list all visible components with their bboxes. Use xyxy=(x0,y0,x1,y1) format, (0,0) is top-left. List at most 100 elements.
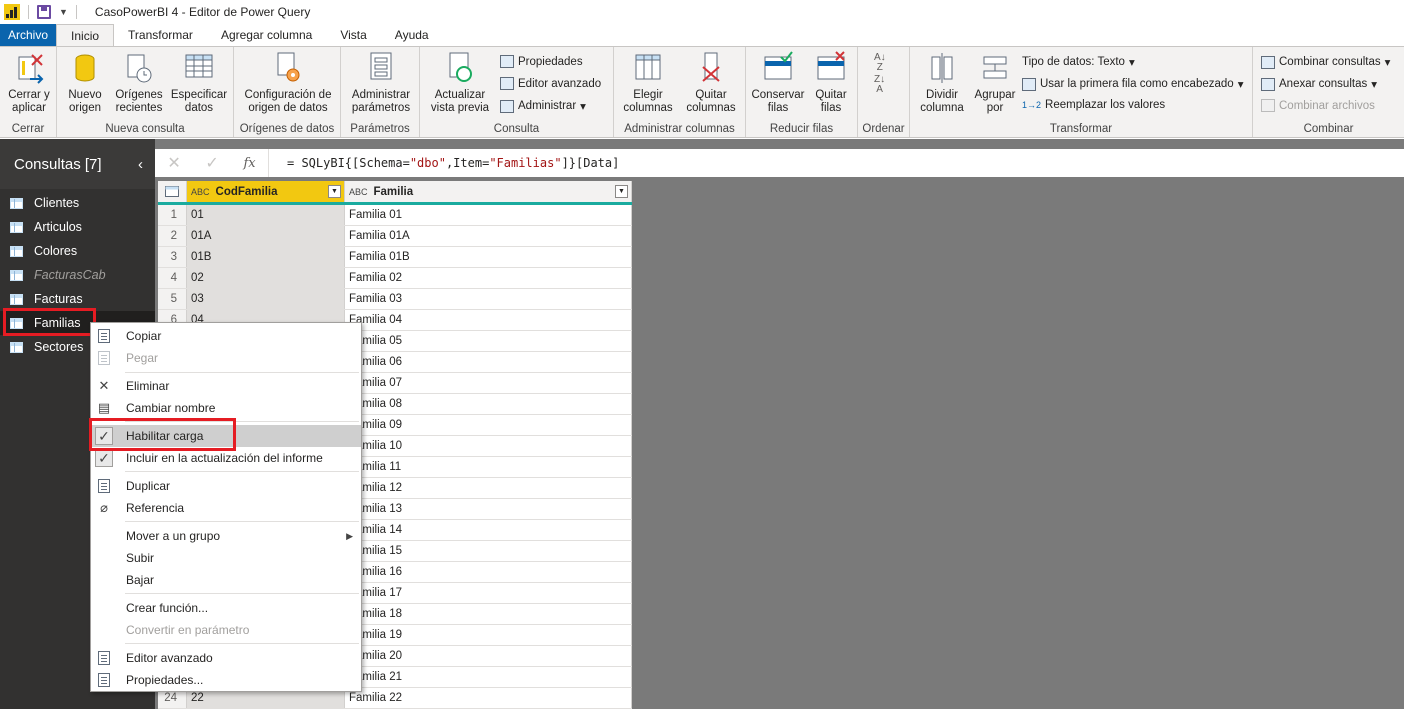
collapse-chevron-icon[interactable]: ‹ xyxy=(138,156,143,173)
cell-codfamilia[interactable]: 01A xyxy=(187,226,345,246)
split-column-button[interactable]: Dividir columna xyxy=(914,51,970,115)
advanced-editor-icon xyxy=(500,77,514,90)
cell-familia[interactable]: Familia 09 xyxy=(345,415,632,435)
cell-familia[interactable]: Familia 01B xyxy=(345,247,632,267)
cell-familia[interactable]: Familia 22 xyxy=(345,688,632,708)
table-row[interactable]: 5 03 Familia 03 xyxy=(158,289,632,310)
fx-icon[interactable]: fx xyxy=(243,156,255,171)
cell-familia[interactable]: Familia 04 xyxy=(345,310,632,330)
quick-access-dropdown-icon[interactable]: ▼ xyxy=(59,7,68,17)
menu-item-referencia[interactable]: ⌀ Referencia xyxy=(91,497,361,519)
cell-familia[interactable]: Familia 03 xyxy=(345,289,632,309)
cell-familia[interactable]: Familia 21 xyxy=(345,667,632,687)
divider xyxy=(28,5,29,19)
menu-item-crear-funcion[interactable]: Crear función... xyxy=(91,597,361,619)
tab-ayuda[interactable]: Ayuda xyxy=(381,24,443,46)
combine-files-button[interactable]: Combinar archivos xyxy=(1261,99,1375,112)
group-ordenar: A↓ Z Z↓ A Ordenar xyxy=(858,47,910,137)
cell-familia[interactable]: Familia 19 xyxy=(345,625,632,645)
table-row[interactable]: 3 01B Familia 01B xyxy=(158,247,632,268)
column-header-codfamilia[interactable]: ABC CodFamilia ▼ xyxy=(187,181,345,202)
cell-familia[interactable]: Familia 08 xyxy=(345,394,632,414)
menu-item-cambiar-nombre[interactable]: ▤ Cambiar nombre xyxy=(91,397,361,419)
data-type-dropdown[interactable]: Tipo de datos: Texto ▾ xyxy=(1022,55,1135,69)
menu-item-editor-avanzado[interactable]: Editor avanzado xyxy=(91,647,361,669)
cell-familia[interactable]: Familia 01 xyxy=(345,205,632,225)
cell-familia[interactable]: Familia 01A xyxy=(345,226,632,246)
cell-familia[interactable]: Familia 14 xyxy=(345,520,632,540)
tab-agregar-columna[interactable]: Agregar columna xyxy=(207,24,326,46)
cell-codfamilia[interactable]: 01 xyxy=(187,205,345,225)
tab-vista[interactable]: Vista xyxy=(326,24,380,46)
remove-columns-button[interactable]: Quitar columnas xyxy=(680,51,742,115)
cell-codfamilia[interactable]: 03 xyxy=(187,289,345,309)
query-item-articulos[interactable]: Articulos xyxy=(0,215,155,239)
manage-button[interactable]: Administrar ▾ xyxy=(500,99,586,113)
cell-familia[interactable]: Familia 10 xyxy=(345,436,632,456)
sort-descending-button[interactable]: Z↓ A xyxy=(874,75,885,95)
advanced-editor-button[interactable]: Editor avanzado xyxy=(500,77,601,90)
menu-item-bajar[interactable]: Bajar xyxy=(91,569,361,591)
table-row[interactable]: 2 01A Familia 01A xyxy=(158,226,632,247)
menu-label: Copiar xyxy=(126,329,162,343)
menu-item-pegar[interactable]: Pegar xyxy=(91,347,361,369)
query-item-clientes[interactable]: Clientes xyxy=(0,191,155,215)
save-icon[interactable] xyxy=(37,5,51,19)
cell-familia[interactable]: Familia 11 xyxy=(345,457,632,477)
cell-familia[interactable]: Familia 06 xyxy=(345,352,632,372)
cell-familia[interactable]: Familia 13 xyxy=(345,499,632,519)
close-apply-button[interactable]: Cerrar y aplicar xyxy=(4,51,54,115)
cell-codfamilia[interactable]: 02 xyxy=(187,268,345,288)
menu-item-subir[interactable]: Subir xyxy=(91,547,361,569)
menu-item-propiedades[interactable]: Propiedades... xyxy=(91,669,361,691)
table-menu-icon[interactable] xyxy=(158,181,187,202)
menu-item-duplicar[interactable]: Duplicar xyxy=(91,475,361,497)
merge-queries-button[interactable]: Combinar consultas ▾ xyxy=(1261,55,1390,69)
cancel-icon[interactable]: ✕ xyxy=(167,153,180,173)
properties-button[interactable]: Propiedades xyxy=(500,55,583,68)
formula-input[interactable]: = SQLyBI{[Schema="dbo",Item="Familias"]}… xyxy=(287,156,619,170)
cell-familia[interactable]: Familia 16 xyxy=(345,562,632,582)
query-item-facturascab[interactable]: FacturasCab xyxy=(0,263,155,287)
replace-values-button[interactable]: 1→2 Reemplazar los valores xyxy=(1022,99,1165,111)
refresh-preview-button[interactable]: Actualizar vista previa xyxy=(424,51,496,115)
choose-columns-button[interactable]: Elegir columnas xyxy=(618,51,678,115)
tab-transformar[interactable]: Transformar xyxy=(114,24,207,46)
cell-familia[interactable]: Familia 20 xyxy=(345,646,632,666)
menu-item-mover-grupo[interactable]: Mover a un grupo ▶ xyxy=(91,525,361,547)
query-item-colores[interactable]: Colores xyxy=(0,239,155,263)
group-by-button[interactable]: Agrupar por xyxy=(970,51,1020,115)
cell-familia[interactable]: Familia 17 xyxy=(345,583,632,603)
sort-ascending-button[interactable]: A↓ Z xyxy=(874,53,886,73)
filter-dropdown-icon[interactable]: ▼ xyxy=(615,185,628,198)
table-row[interactable]: 1 01 Familia 01 xyxy=(158,205,632,226)
combine-files-icon xyxy=(1261,99,1275,112)
data-source-settings-button[interactable]: Configuración de origen de datos xyxy=(238,51,338,115)
menu-item-copiar[interactable]: Copiar xyxy=(91,325,361,347)
filter-dropdown-icon[interactable]: ▼ xyxy=(328,185,341,198)
cell-familia[interactable]: Familia 07 xyxy=(345,373,632,393)
use-first-row-headers-button[interactable]: Usar la primera fila como encabezado ▾ xyxy=(1022,77,1243,91)
group-by-label: Agrupar por xyxy=(974,89,1016,114)
cell-familia[interactable]: Familia 02 xyxy=(345,268,632,288)
column-header-familia[interactable]: ABC Familia ▼ xyxy=(345,181,632,202)
new-source-button[interactable]: Nuevo origen xyxy=(63,51,107,115)
remove-rows-button[interactable]: Quitar filas xyxy=(808,51,854,115)
recent-sources-button[interactable]: Orígenes recientes xyxy=(111,51,167,115)
replace-values-label: Reemplazar los valores xyxy=(1045,99,1166,111)
confirm-icon[interactable]: ✓ xyxy=(205,153,218,173)
keep-rows-button[interactable]: Conservar filas xyxy=(750,51,806,115)
enter-data-button[interactable]: Especificar datos xyxy=(169,51,229,115)
menu-item-eliminar[interactable]: ✕ Eliminar xyxy=(91,375,361,397)
table-row[interactable]: 4 02 Familia 02 xyxy=(158,268,632,289)
cell-familia[interactable]: Familia 15 xyxy=(345,541,632,561)
cell-codfamilia[interactable]: 01B xyxy=(187,247,345,267)
manage-parameters-button[interactable]: Administrar parámetros xyxy=(345,51,417,115)
menu-item-convertir-parametro[interactable]: Convertir en parámetro xyxy=(91,619,361,641)
cell-familia[interactable]: Familia 05 xyxy=(345,331,632,351)
cell-familia[interactable]: Familia 18 xyxy=(345,604,632,624)
append-queries-button[interactable]: Anexar consultas ▾ xyxy=(1261,77,1377,91)
tab-inicio[interactable]: Inicio xyxy=(56,24,115,46)
cell-familia[interactable]: Familia 12 xyxy=(345,478,632,498)
tab-archivo[interactable]: Archivo xyxy=(0,24,57,46)
